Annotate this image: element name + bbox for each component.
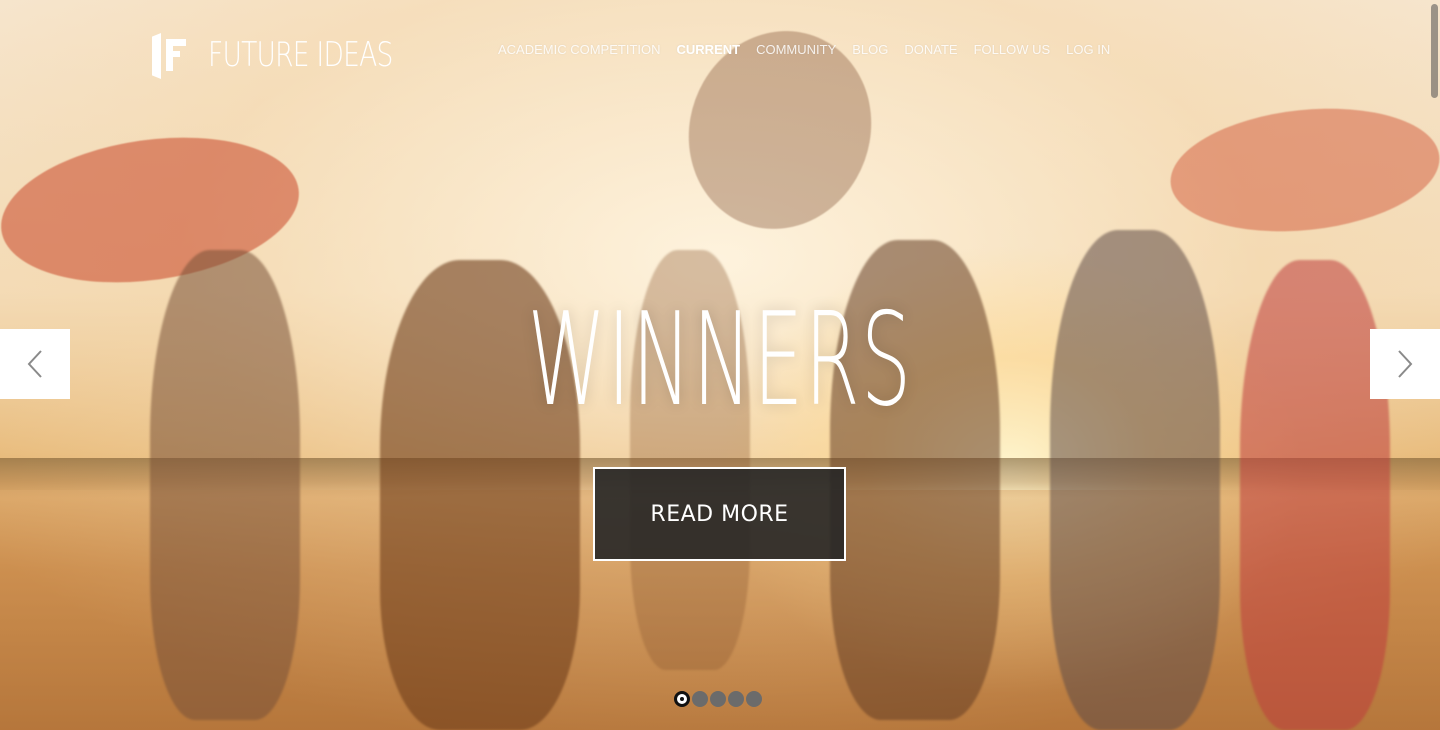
photo-scarf-right (1164, 96, 1440, 244)
slider-pagination (674, 691, 762, 707)
nav-item-donate[interactable]: DONATE (896, 41, 965, 59)
slider-dot-5[interactable] (746, 691, 762, 707)
nav-item-academic-competition[interactable]: ACADEMIC COMPETITION (498, 41, 669, 59)
hero-slider: FUTURE IDEAS ACADEMIC COMPETITION CURREN… (0, 0, 1440, 730)
chevron-right-icon (1398, 350, 1413, 378)
nav-item-community[interactable]: COMMUNITY (748, 41, 844, 59)
main-nav: ACADEMIC COMPETITION CURRENT COMMUNITY B… (498, 41, 1118, 59)
site-logo[interactable]: FUTURE IDEAS (150, 30, 445, 80)
slider-prev-button[interactable] (0, 329, 70, 399)
slider-dot-4[interactable] (728, 691, 744, 707)
brand-name: FUTURE IDEAS (208, 35, 393, 75)
nav-item-follow-us[interactable]: FOLLOW US (966, 41, 1059, 59)
photo-person-6 (1240, 260, 1390, 730)
chevron-left-icon (27, 350, 42, 378)
slider-dot-1[interactable] (674, 691, 690, 707)
nav-item-log-in[interactable]: LOG IN (1058, 41, 1118, 59)
nav-item-current[interactable]: CURRENT (669, 41, 749, 59)
hero-headline: WINNERS (527, 286, 913, 435)
slider-dot-3[interactable] (710, 691, 726, 707)
slider-dot-2[interactable] (692, 691, 708, 707)
scrollbar-thumb[interactable] (1431, 4, 1438, 98)
future-ideas-logo-icon (150, 31, 190, 79)
nav-item-blog[interactable]: BLOG (844, 41, 896, 59)
page-scrollbar[interactable] (1428, 0, 1440, 730)
read-more-button[interactable]: READ MORE (593, 467, 846, 561)
